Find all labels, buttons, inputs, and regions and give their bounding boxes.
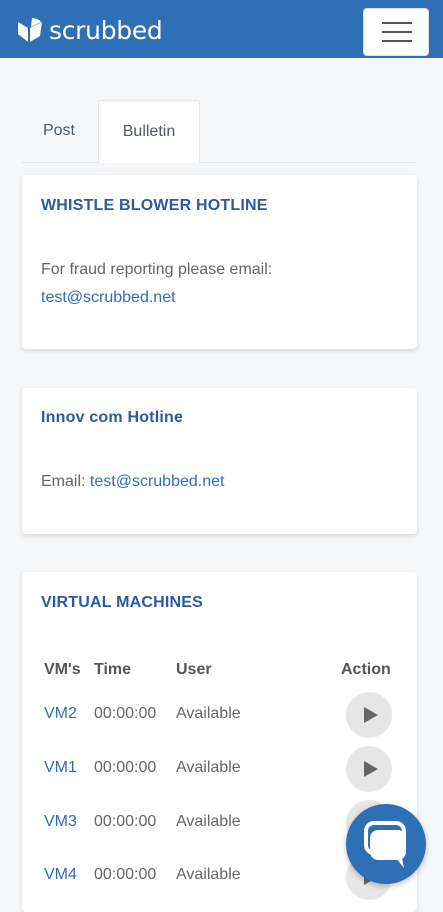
play-button[interactable] <box>346 746 392 792</box>
user-column-header: User <box>176 661 212 678</box>
virtual-machines-title: VIRTUAL MACHINES <box>41 594 204 611</box>
vm-name-link[interactable]: VM2 <box>44 705 77 723</box>
hamburger-menu-icon <box>382 40 412 42</box>
tab-bulletin[interactable]: Bulletin <box>98 100 200 163</box>
vm-time: 00:00:00 <box>94 813 157 830</box>
vm-time: 00:00:00 <box>94 759 157 776</box>
vm-user-status: Available <box>176 866 241 883</box>
innov-email-line: Email: test@scrubbed.net <box>41 468 224 496</box>
vm-column-header: VM's <box>44 661 81 678</box>
brand-name: scrubbed <box>49 15 163 45</box>
chat-launcher-button[interactable] <box>346 804 426 884</box>
innov-hotline-title: Innov com Hotline <box>41 409 184 426</box>
vm-user-status: Available <box>176 759 241 776</box>
hamburger-menu-icon <box>382 31 412 33</box>
chat-bubble-icon <box>364 821 406 868</box>
vm-name-link[interactable]: VM4 <box>44 866 77 884</box>
whistle-blower-card: WHISTLE BLOWER HOTLINE For fraud reporti… <box>22 175 417 349</box>
tab-post[interactable]: Post <box>22 100 96 162</box>
whistle-blower-email-link[interactable]: test@scrubbed.net <box>41 284 176 312</box>
whistle-blower-text: For fraud reporting please email: <box>41 261 273 278</box>
play-button[interactable] <box>346 692 392 738</box>
top-navbar: scrubbed <box>0 0 443 58</box>
vm-user-status: Available <box>176 705 241 722</box>
leaf-logo-icon <box>18 18 42 42</box>
vm-time: 00:00:00 <box>94 866 157 883</box>
brand-logo[interactable]: scrubbed <box>16 13 163 47</box>
time-column-header: Time <box>94 661 132 678</box>
innov-email-link[interactable]: test@scrubbed.net <box>90 473 225 490</box>
whistle-blower-title: WHISTLE BLOWER HOTLINE <box>41 197 268 214</box>
action-column-header: Action <box>341 661 391 678</box>
vm-name-link[interactable]: VM1 <box>44 759 77 777</box>
hamburger-menu-icon <box>382 22 412 24</box>
innov-email-label: Email: <box>41 473 86 490</box>
vm-user-status: Available <box>176 813 241 830</box>
vm-name-link[interactable]: VM3 <box>44 813 77 831</box>
vm-time: 00:00:00 <box>94 705 157 722</box>
innov-hotline-card: Innov com Hotline Email: test@scrubbed.n… <box>22 388 417 534</box>
tab-bar: Post Bulletin <box>22 100 417 163</box>
menu-toggle-button[interactable] <box>363 8 429 56</box>
